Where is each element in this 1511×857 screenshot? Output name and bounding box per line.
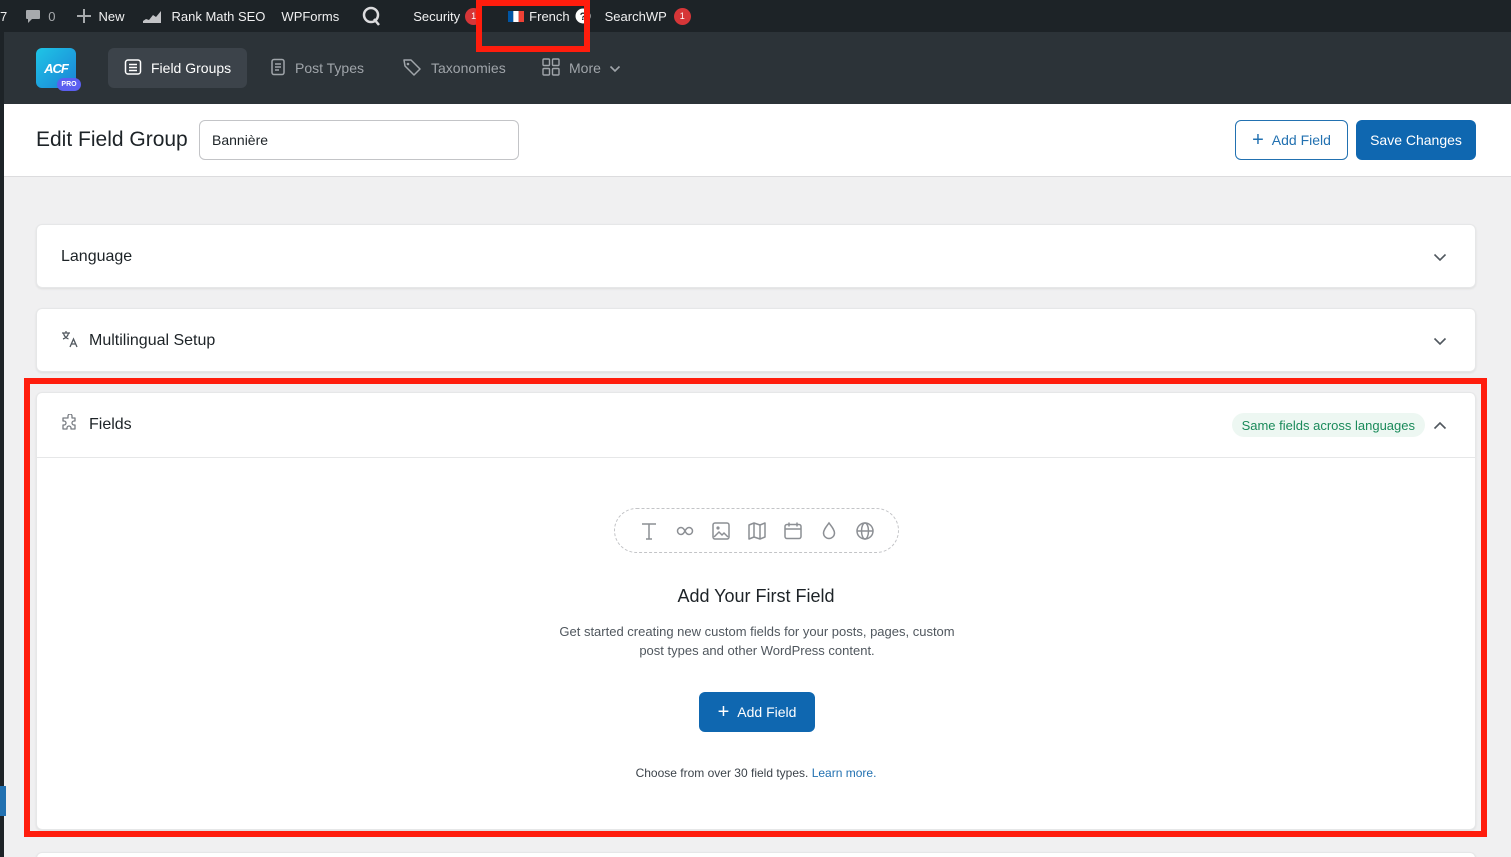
- page-title: Edit Field Group: [36, 128, 188, 151]
- acf-header: ACF PRO Field Groups Post Types Taxonomi…: [4, 32, 1511, 104]
- rank-math-menu[interactable]: Rank Math SEO: [134, 0, 273, 32]
- wpforms-menu[interactable]: WPForms: [273, 0, 347, 32]
- save-changes-label: Save Changes: [1370, 132, 1462, 148]
- wp-admin-bar: 7 0 New Rank Math SEO WPForms Security 1…: [0, 0, 1511, 32]
- wpforms-label: WPForms: [281, 8, 340, 24]
- admin-bar-counter-label: 7: [0, 8, 8, 24]
- new-content-menu[interactable]: New: [69, 0, 132, 32]
- tab-post-types-label: Post Types: [295, 60, 365, 76]
- acf-logo[interactable]: ACF PRO: [36, 48, 82, 92]
- annotation-box-fields: [24, 378, 1487, 837]
- next-panel: [36, 852, 1476, 857]
- grid-icon: [542, 57, 569, 79]
- translate-icon: [61, 330, 79, 353]
- tab-taxonomies-label: Taxonomies: [431, 60, 506, 76]
- searchwp-badge: 1: [673, 7, 691, 25]
- rank-math-label: Rank Math SEO: [171, 8, 266, 24]
- security-label: Security: [413, 8, 461, 24]
- language-panel-header[interactable]: Language: [37, 225, 1475, 289]
- plus-icon: [77, 9, 92, 23]
- acf-pro-badge: PRO: [57, 78, 81, 91]
- multilingual-panel: Multilingual Setup: [36, 308, 1476, 372]
- multilingual-panel-title: Multilingual Setup: [89, 332, 216, 349]
- save-changes-button[interactable]: Save Changes: [1356, 120, 1476, 160]
- tab-field-groups-label: Field Groups: [151, 60, 232, 76]
- list-icon: [124, 58, 151, 79]
- document-icon: [270, 58, 295, 79]
- multilingual-panel-header[interactable]: Multilingual Setup: [37, 309, 1475, 373]
- add-field-button-top[interactable]: + Add Field: [1235, 120, 1348, 160]
- plus-icon: +: [1252, 129, 1264, 151]
- add-field-label: Add Field: [1271, 132, 1331, 148]
- admin-menu-indicator: [0, 786, 6, 816]
- admin-bar-counter[interactable]: 7: [0, 0, 17, 32]
- searchwp-label: SearchWP: [604, 8, 667, 24]
- language-panel-title: Language: [61, 248, 133, 265]
- language-panel: Language: [36, 224, 1476, 288]
- tag-icon: [402, 58, 431, 79]
- field-group-title-input[interactable]: [199, 120, 519, 160]
- tab-taxonomies[interactable]: Taxonomies: [386, 48, 522, 88]
- searchwp-menu[interactable]: SearchWP 1: [595, 0, 699, 32]
- tab-post-types[interactable]: Post Types: [254, 48, 380, 88]
- rank-math-icon: [142, 9, 162, 23]
- tab-more-label: More: [569, 60, 601, 76]
- annotation-box-language: [476, 0, 590, 52]
- comments-menu[interactable]: 0: [17, 0, 63, 32]
- updraft-icon: [361, 5, 383, 27]
- tab-more[interactable]: More: [526, 48, 646, 88]
- chevron-down-icon: [609, 60, 630, 76]
- comment-icon: [25, 9, 41, 24]
- new-label: New: [98, 8, 125, 24]
- tab-field-groups[interactable]: Field Groups: [108, 48, 248, 88]
- chevron-down-icon[interactable]: [1433, 333, 1447, 351]
- chevron-down-icon[interactable]: [1433, 249, 1447, 267]
- comments-count: 0: [48, 8, 56, 24]
- edit-title-bar: Edit Field Group + Add Field Save Change…: [4, 104, 1511, 177]
- updraft-menu[interactable]: [353, 0, 391, 32]
